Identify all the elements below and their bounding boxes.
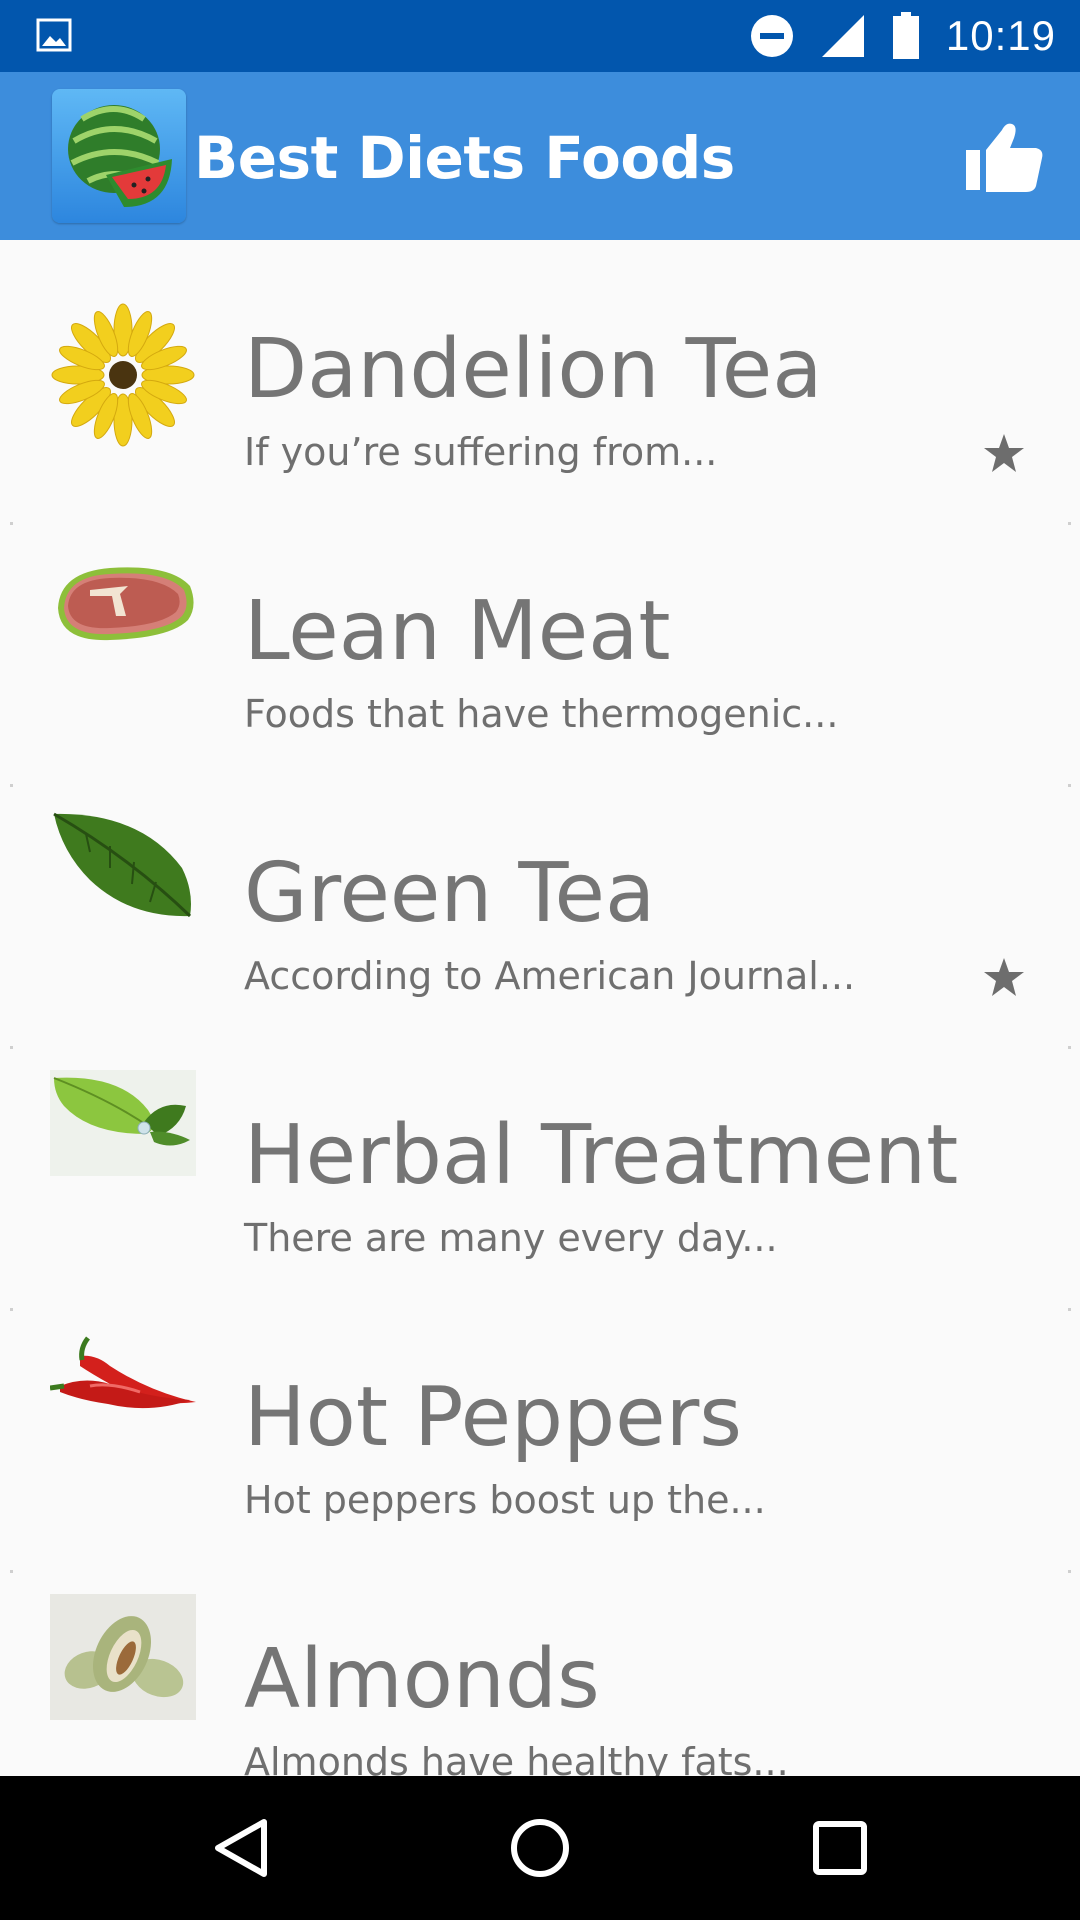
app-title: Best Diets Foods [194, 124, 735, 192]
app-bar: Best Diets Foods [0, 72, 1080, 240]
list-item[interactable]: Lean Meat Foods that have thermogenic... [0, 502, 1080, 764]
signal-icon [821, 15, 864, 57]
watermelon-icon [68, 105, 172, 207]
herbal-leaf-icon [50, 1070, 196, 1176]
list-item[interactable]: Herbal Treatment There are many every da… [0, 1026, 1080, 1288]
item-description: Almonds have healthy fats... [244, 1740, 789, 1776]
item-description: Hot peppers boost up the... [244, 1478, 766, 1522]
home-icon[interactable] [504, 1812, 576, 1884]
list-item[interactable]: Hot Peppers Hot peppers boost up the... [0, 1288, 1080, 1550]
status-bar: 10:19 [0, 0, 1080, 72]
item-description: Foods that have thermogenic... [244, 692, 839, 736]
item-title: Green Tea [244, 846, 656, 941]
item-description: According to American Journal... [244, 954, 856, 998]
image-icon [36, 18, 72, 52]
navigation-bar [0, 1776, 1080, 1920]
battery-icon [892, 12, 919, 59]
thumbs-up-icon[interactable] [964, 116, 1044, 196]
list-item[interactable]: Green Tea According to American Journal.… [0, 764, 1080, 1026]
item-description: If you’re suffering from... [244, 430, 718, 474]
app-logo [52, 89, 186, 223]
list-item[interactable]: Almonds Almonds have healthy fats... [0, 1550, 1080, 1776]
star-icon[interactable] [982, 432, 1026, 476]
star-icon[interactable] [982, 956, 1026, 1000]
item-title: Dandelion Tea [244, 322, 823, 417]
item-title: Almonds [244, 1632, 600, 1727]
item-description: There are many every day... [244, 1216, 778, 1260]
item-title: Hot Peppers [244, 1370, 743, 1465]
do-not-disturb-icon [750, 15, 793, 57]
item-title: Herbal Treatment [244, 1108, 959, 1203]
status-time: 10:19 [945, 12, 1056, 59]
dandelion-flower-icon [51, 303, 195, 447]
steak-icon [58, 567, 194, 641]
list-item[interactable]: Dandelion Tea If you’re suffering from..… [0, 240, 1080, 502]
green-leaf-icon [53, 812, 192, 918]
food-list: Dandelion Tea If you’re suffering from..… [0, 240, 1080, 1776]
chili-pepper-icon [50, 1336, 196, 1409]
recents-icon[interactable] [804, 1812, 876, 1884]
almonds-icon [50, 1594, 196, 1720]
item-title: Lean Meat [244, 584, 671, 679]
back-icon[interactable] [204, 1812, 276, 1884]
